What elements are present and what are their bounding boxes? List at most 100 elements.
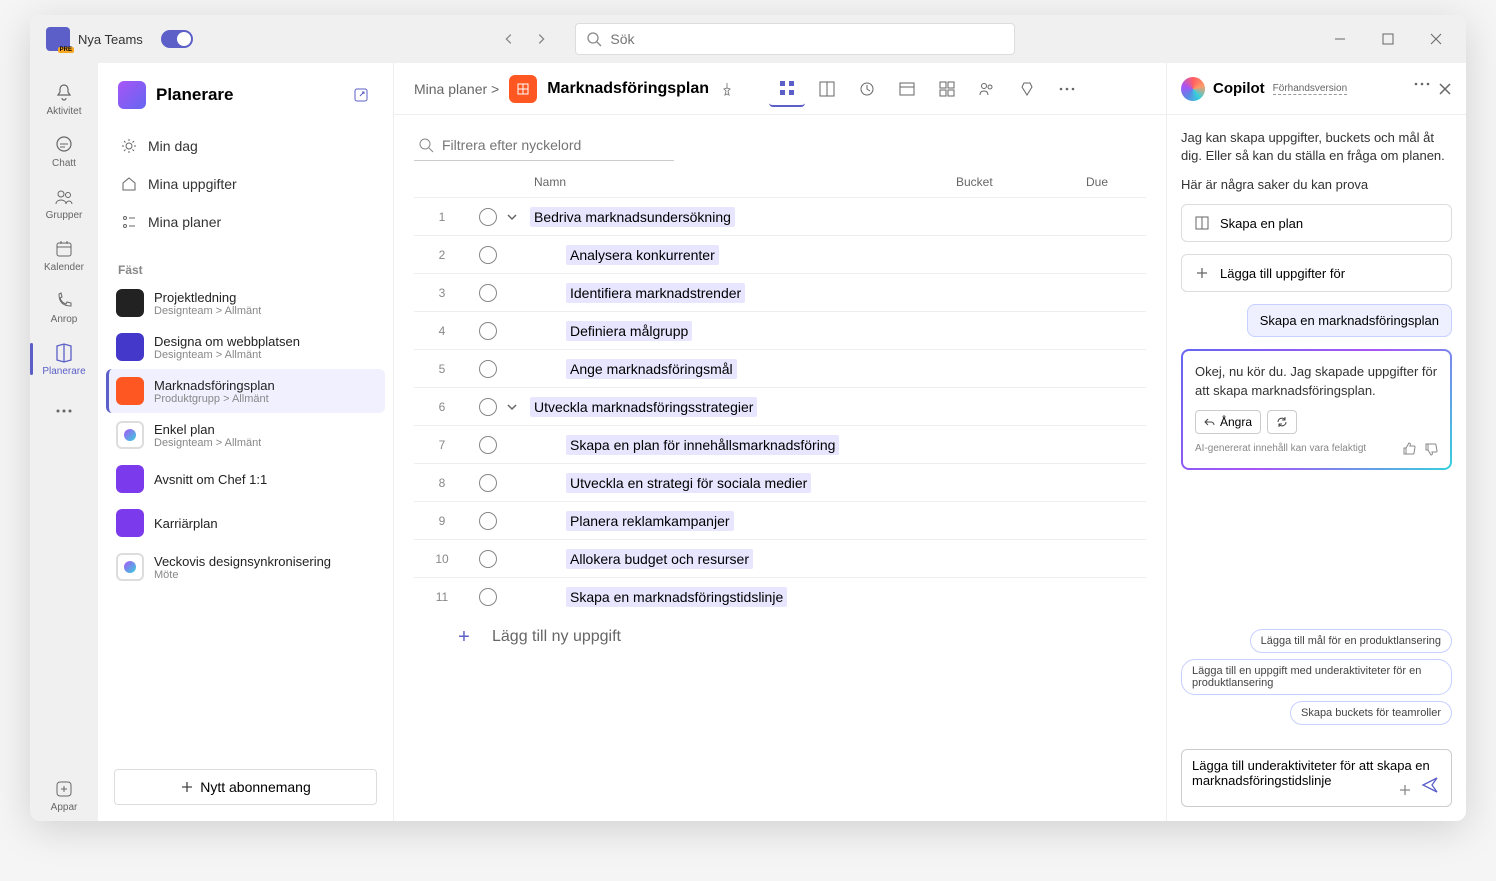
suggestion-add-tasks[interactable]: Lägga till uppgifter för xyxy=(1181,254,1452,292)
rail-calls[interactable]: Anrop xyxy=(34,281,94,333)
pin-plan-button[interactable] xyxy=(719,81,735,97)
prompt-pill[interactable]: Lägga till mål för en produktlansering xyxy=(1250,629,1452,653)
task-name[interactable]: Utveckla marknadsföringsstrategier xyxy=(530,399,1146,415)
filter-input[interactable] xyxy=(442,137,670,153)
task-row[interactable]: 5 Ange marknadsföringsmål xyxy=(414,349,1146,387)
task-checkbox[interactable] xyxy=(479,550,497,568)
prompt-pill[interactable]: Lägga till en uppgift med underaktivitet… xyxy=(1181,659,1452,695)
task-row[interactable]: 3 Identifiera marknadstrender xyxy=(414,273,1146,311)
task-name[interactable]: Skapa en plan för innehållsmarknadsförin… xyxy=(530,437,1146,453)
task-name[interactable]: Planera reklamkampanjer xyxy=(530,513,1146,529)
pinned-plan-item[interactable]: Veckovis designsynkroniseringMöte xyxy=(106,545,385,589)
view-goals[interactable] xyxy=(1009,71,1045,107)
view-charts[interactable] xyxy=(929,71,965,107)
copilot-input-wrapper[interactable] xyxy=(1181,749,1452,807)
thumbs-up-button[interactable] xyxy=(1402,442,1416,456)
task-number: 5 xyxy=(414,362,470,376)
nav-back-button[interactable] xyxy=(495,25,523,53)
view-more[interactable] xyxy=(1049,71,1085,107)
task-name[interactable]: Skapa en marknadsföringstidslinje xyxy=(530,589,1146,605)
task-checkbox[interactable] xyxy=(479,512,497,530)
filter-input-wrapper[interactable] xyxy=(414,129,674,161)
task-row[interactable]: 8 Utveckla en strategi för sociala medie… xyxy=(414,463,1146,501)
nav-forward-button[interactable] xyxy=(527,25,555,53)
task-row[interactable]: 6 Utveckla marknadsföringsstrategier xyxy=(414,387,1146,425)
task-row[interactable]: 1 Bedriva marknadsundersökning xyxy=(414,197,1146,235)
preview-toggle[interactable] xyxy=(161,30,193,48)
new-plan-button[interactable]: Nytt abonnemang xyxy=(114,769,377,805)
view-board[interactable] xyxy=(809,71,845,107)
task-row[interactable]: 9 Planera reklamkampanjer xyxy=(414,501,1146,539)
pinned-plan-item[interactable]: ProjektledningDesignteam > Allmänt xyxy=(106,281,385,325)
search-input[interactable] xyxy=(610,31,1004,47)
chat-icon xyxy=(53,134,75,156)
nav-my-plans[interactable]: Mina planer xyxy=(106,203,385,241)
task-number: 9 xyxy=(414,514,470,528)
task-name[interactable]: Allokera budget och resurser xyxy=(530,551,1146,567)
rail-activity[interactable]: Aktivitet xyxy=(34,73,94,125)
task-checkbox[interactable] xyxy=(479,474,497,492)
task-checkbox[interactable] xyxy=(479,588,497,606)
task-checkbox[interactable] xyxy=(479,208,497,226)
regenerate-button[interactable] xyxy=(1267,410,1297,434)
task-checkbox[interactable] xyxy=(479,246,497,264)
task-row[interactable]: 11 Skapa en marknadsföringstidslinje xyxy=(414,577,1146,615)
task-name[interactable]: Bedriva marknadsundersökning xyxy=(530,209,1146,225)
pinned-plan-item[interactable]: Enkel planDesignteam > Allmänt xyxy=(106,413,385,457)
window-maximize-button[interactable] xyxy=(1366,24,1410,54)
rail-planner[interactable]: Planerare xyxy=(34,333,94,385)
copilot-close-button[interactable] xyxy=(1438,82,1452,96)
pinned-plan-item[interactable]: MarknadsföringsplanProduktgrupp > Allmän… xyxy=(106,369,385,413)
suggestion-create-plan[interactable]: Skapa en plan xyxy=(1181,204,1452,242)
task-row[interactable]: 4 Definiera målgrupp xyxy=(414,311,1146,349)
plan-color-badge xyxy=(116,553,144,581)
column-header-name[interactable]: Namn xyxy=(530,175,956,189)
task-checkbox[interactable] xyxy=(479,284,497,302)
view-people[interactable] xyxy=(969,71,1005,107)
attach-button[interactable] xyxy=(1397,782,1413,798)
pinned-subtitle: Designteam > Allmänt xyxy=(154,305,261,317)
task-name[interactable]: Analysera konkurrenter xyxy=(530,247,1146,263)
task-checkbox[interactable] xyxy=(479,398,497,416)
view-timeline[interactable] xyxy=(849,71,885,107)
task-name[interactable]: Utveckla en strategi för sociala medier xyxy=(530,475,1146,491)
view-schedule[interactable] xyxy=(889,71,925,107)
thumbs-down-button[interactable] xyxy=(1424,442,1438,456)
global-search[interactable] xyxy=(575,23,1015,55)
plans-icon xyxy=(120,213,138,231)
rail-more[interactable] xyxy=(34,385,94,437)
task-name[interactable]: Definiera målgrupp xyxy=(530,323,1146,339)
rail-chat[interactable]: Chatt xyxy=(34,125,94,177)
main-content: Mina planer > Marknadsföringsplan xyxy=(394,63,1166,821)
task-checkbox[interactable] xyxy=(479,322,497,340)
breadcrumb[interactable]: Mina planer > xyxy=(414,81,499,97)
prompt-pill[interactable]: Skapa buckets för teamroller xyxy=(1290,701,1452,725)
column-header-due[interactable]: Due xyxy=(1086,175,1146,189)
task-checkbox[interactable] xyxy=(479,360,497,378)
nav-my-tasks[interactable]: Mina uppgifter xyxy=(106,165,385,203)
nav-my-day[interactable]: Min dag xyxy=(106,127,385,165)
column-header-bucket[interactable]: Bucket xyxy=(956,175,1086,189)
copilot-more-button[interactable] xyxy=(1414,82,1430,96)
task-checkbox[interactable] xyxy=(479,436,497,454)
undo-button[interactable]: Ångra xyxy=(1195,410,1261,434)
pop-out-button[interactable] xyxy=(349,83,373,107)
window-close-button[interactable] xyxy=(1414,24,1458,54)
rail-calendar[interactable]: Kalender xyxy=(34,229,94,281)
task-row[interactable]: 2 Analysera konkurrenter xyxy=(414,235,1146,273)
expand-toggle[interactable] xyxy=(506,211,530,223)
pinned-plan-item[interactable]: Designa om webbplatsenDesignteam > Allmä… xyxy=(106,325,385,369)
task-name[interactable]: Identifiera marknadstrender xyxy=(530,285,1146,301)
view-grid[interactable] xyxy=(769,71,805,107)
expand-toggle[interactable] xyxy=(506,401,530,413)
pinned-plan-item[interactable]: Avsnitt om Chef 1:1 xyxy=(106,457,385,501)
task-row[interactable]: 10 Allokera budget och resurser xyxy=(414,539,1146,577)
task-row[interactable]: 7 Skapa en plan för innehållsmarknadsför… xyxy=(414,425,1146,463)
pinned-plan-item[interactable]: Karriärplan xyxy=(106,501,385,545)
window-minimize-button[interactable] xyxy=(1318,24,1362,54)
rail-teams[interactable]: Grupper xyxy=(34,177,94,229)
send-button[interactable] xyxy=(1417,772,1443,798)
task-name[interactable]: Ange marknadsföringsmål xyxy=(530,361,1146,377)
add-task-button[interactable]: +Lägg till ny uppgift xyxy=(414,615,1146,659)
rail-apps[interactable]: Appar xyxy=(34,769,94,821)
